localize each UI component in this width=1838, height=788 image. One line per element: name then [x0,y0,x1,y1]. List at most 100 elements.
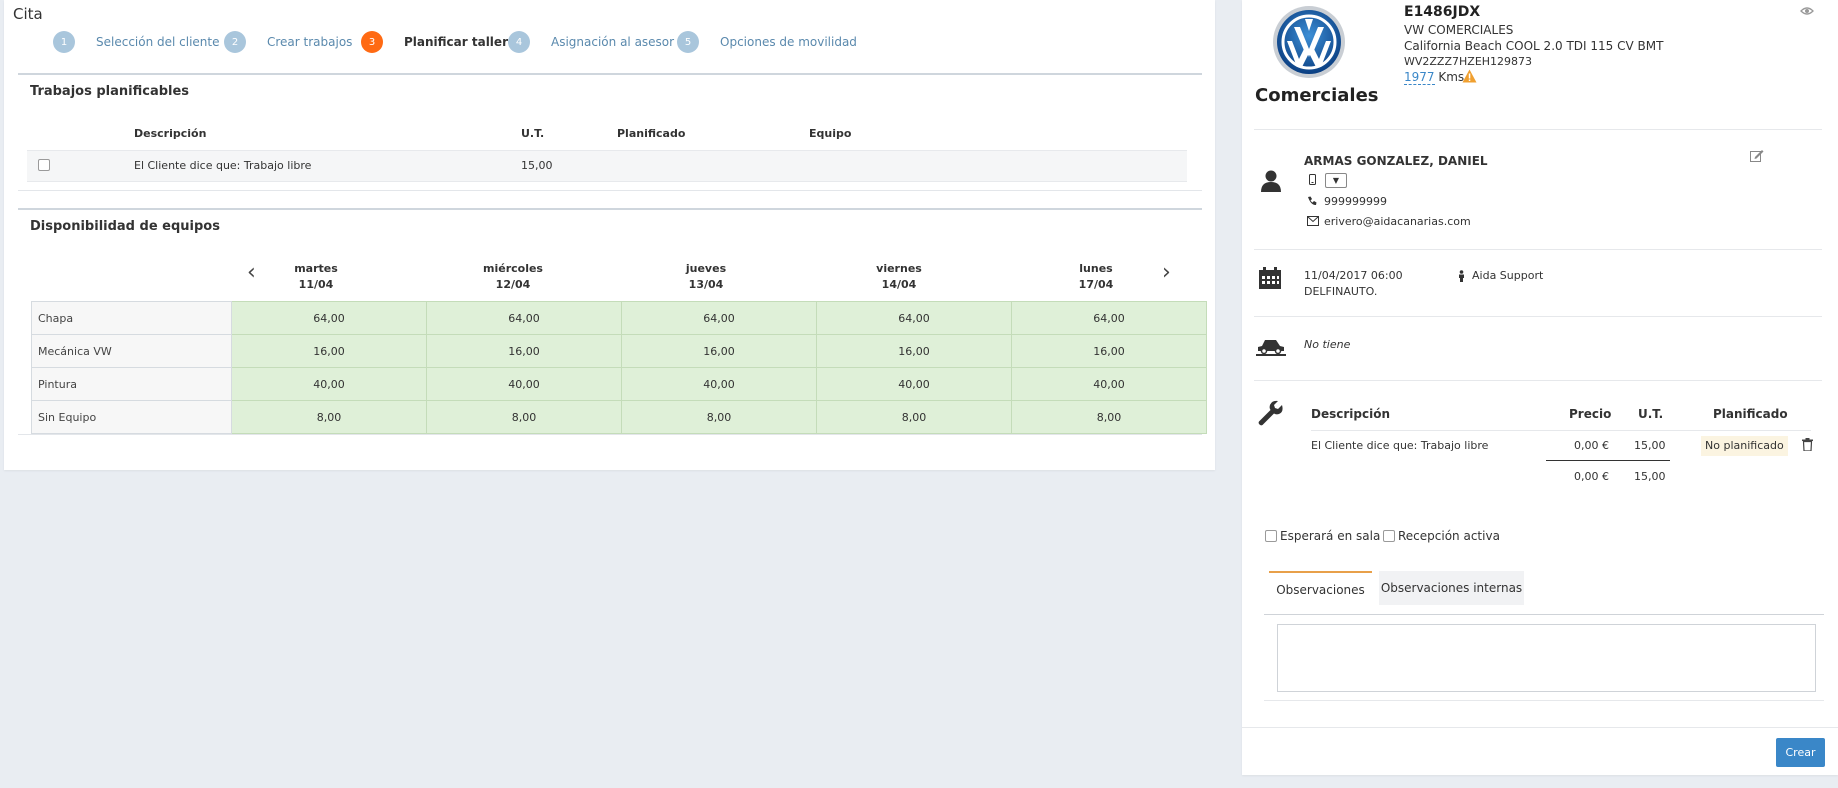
divider [18,208,1202,210]
car-lift-icon [1256,340,1286,356]
availability-cell[interactable]: 64,00 [426,301,622,335]
availability-cell[interactable]: 40,00 [621,367,817,401]
step-mobility-options[interactable]: 5 Opciones de movilidad [677,31,857,53]
availability-cell[interactable]: 64,00 [621,301,817,335]
customer-name: ARMAS GONZALEZ, DANIEL [1304,154,1488,168]
appointment-workshop: DELFINAUTO. [1304,285,1378,298]
jobs-header-team: Equipo [809,127,852,140]
divider [18,190,1202,191]
availability-cell[interactable]: 64,00 [816,301,1012,335]
table-row: Sin Equipo 8,00 8,00 8,00 8,00 8,00 [31,400,1207,434]
work-ut: 15,00 [1634,439,1666,452]
tab-internal-observations[interactable]: Observaciones internas [1379,571,1524,605]
day-date: 13/04 [688,278,724,291]
active-reception-label: Recepción activa [1398,529,1500,543]
availability-cell[interactable]: 40,00 [426,367,622,401]
mobility-value: No tiene [1304,338,1351,351]
divider [1242,727,1838,728]
work-planned-status: No planificado [1701,436,1788,456]
day-name: viernes [876,262,922,275]
works-header-price: Precio [1569,407,1612,421]
active-reception-checkbox[interactable] [1383,530,1395,542]
table-row: Pintura 40,00 40,00 40,00 40,00 40,00 [31,367,1207,401]
availability-cell[interactable]: 8,00 [1011,400,1207,434]
person-icon [1459,270,1464,282]
wait-in-room-checkbox[interactable] [1265,530,1277,542]
jobs-header-description: Descripción [134,127,207,140]
day-date: 11/04 [298,278,334,291]
divider [1311,430,1811,431]
availability-cell[interactable]: 16,00 [816,334,1012,368]
day-date: 12/04 [495,278,531,291]
availability-cell[interactable]: 16,00 [1011,334,1207,368]
availability-cell[interactable]: 40,00 [231,367,427,401]
works-header-description: Descripción [1311,407,1390,421]
divider [1254,129,1822,130]
divider [1254,380,1822,381]
vw-logo-icon [1273,6,1345,78]
customer-phone: 999999999 [1324,195,1387,208]
availability-cell[interactable]: 16,00 [426,334,622,368]
day-name: miércoles [483,262,543,275]
total-ut: 15,00 [1634,470,1666,483]
availability-cell[interactable]: 40,00 [816,367,1012,401]
create-button[interactable]: Crear [1776,738,1825,767]
step-number: 5 [677,31,699,53]
mobile-select-dropdown[interactable]: ▼ [1325,173,1347,188]
vehicle-plate: E1486JDX [1404,4,1481,20]
availability-cell[interactable]: 16,00 [231,334,427,368]
mobile-icon [1309,174,1316,185]
user-icon [1261,170,1281,192]
day-date: 17/04 [1078,278,1114,291]
vehicle-make: VW COMERCIALES [1404,23,1514,37]
page-title: Cita [13,5,43,23]
day-date: 14/04 [881,278,917,291]
brand-label: Comerciales [1255,85,1379,106]
job-ut: 15,00 [521,159,553,172]
divider [18,73,1202,75]
availability-cell[interactable]: 16,00 [621,334,817,368]
availability-cell[interactable]: 8,00 [621,400,817,434]
trash-icon[interactable] [1802,438,1813,451]
step-number: 2 [224,31,246,53]
vehicle-vin: WV2ZZZ7HZEH129873 [1404,55,1533,68]
divider [1254,316,1822,317]
availability-cell[interactable]: 8,00 [426,400,622,434]
divider [18,434,1202,435]
wrench-icon [1258,400,1283,426]
step-create-jobs[interactable]: 2 Crear trabajos [224,31,352,53]
availability-cell[interactable]: 64,00 [231,301,427,335]
availability-cell[interactable]: 64,00 [1011,301,1207,335]
total-line [1546,460,1670,461]
total-price: 0,00 € [1574,470,1609,483]
vehicle-km: 1977 Kms [1404,70,1464,85]
tab-observations[interactable]: Observaciones [1269,571,1372,607]
step-label: Asignación al asesor [551,35,675,49]
availability-cell[interactable]: 40,00 [1011,367,1207,401]
job-select-checkbox[interactable] [38,159,50,171]
day-header-1: miércoles 12/04 [433,261,593,293]
eye-icon[interactable] [1800,6,1814,16]
day-name: jueves [685,262,727,275]
step-advisor-assignment[interactable]: 4 Asignación al asesor [508,31,674,53]
step-client-selection[interactable]: 1 Selección del cliente [53,31,220,53]
email-icon [1307,216,1319,226]
tabs-divider [1264,614,1824,615]
jobs-header-ut: U.T. [521,127,545,140]
divider [1264,700,1824,701]
km-value[interactable]: 1977 [1404,70,1435,85]
day-header-4: lunes 17/04 [1016,261,1176,293]
step-label: Crear trabajos [267,35,353,49]
observations-textarea[interactable] [1277,624,1816,692]
edit-icon[interactable] [1750,149,1764,162]
step-number: 1 [53,31,75,53]
availability-grid: Chapa 64,00 64,00 64,00 64,00 64,00 Mecá… [31,301,1207,434]
day-name: lunes [1079,262,1113,275]
step-plan-workshop[interactable]: 3 Planificar taller [361,31,508,53]
warning-icon [1462,69,1477,83]
availability-cell[interactable]: 8,00 [231,400,427,434]
availability-cell[interactable]: 8,00 [816,400,1012,434]
work-price: 0,00 € [1574,439,1609,452]
job-description: El Cliente dice que: Trabajo libre [134,159,312,172]
wait-in-room-label: Esperará en sala [1280,529,1381,543]
